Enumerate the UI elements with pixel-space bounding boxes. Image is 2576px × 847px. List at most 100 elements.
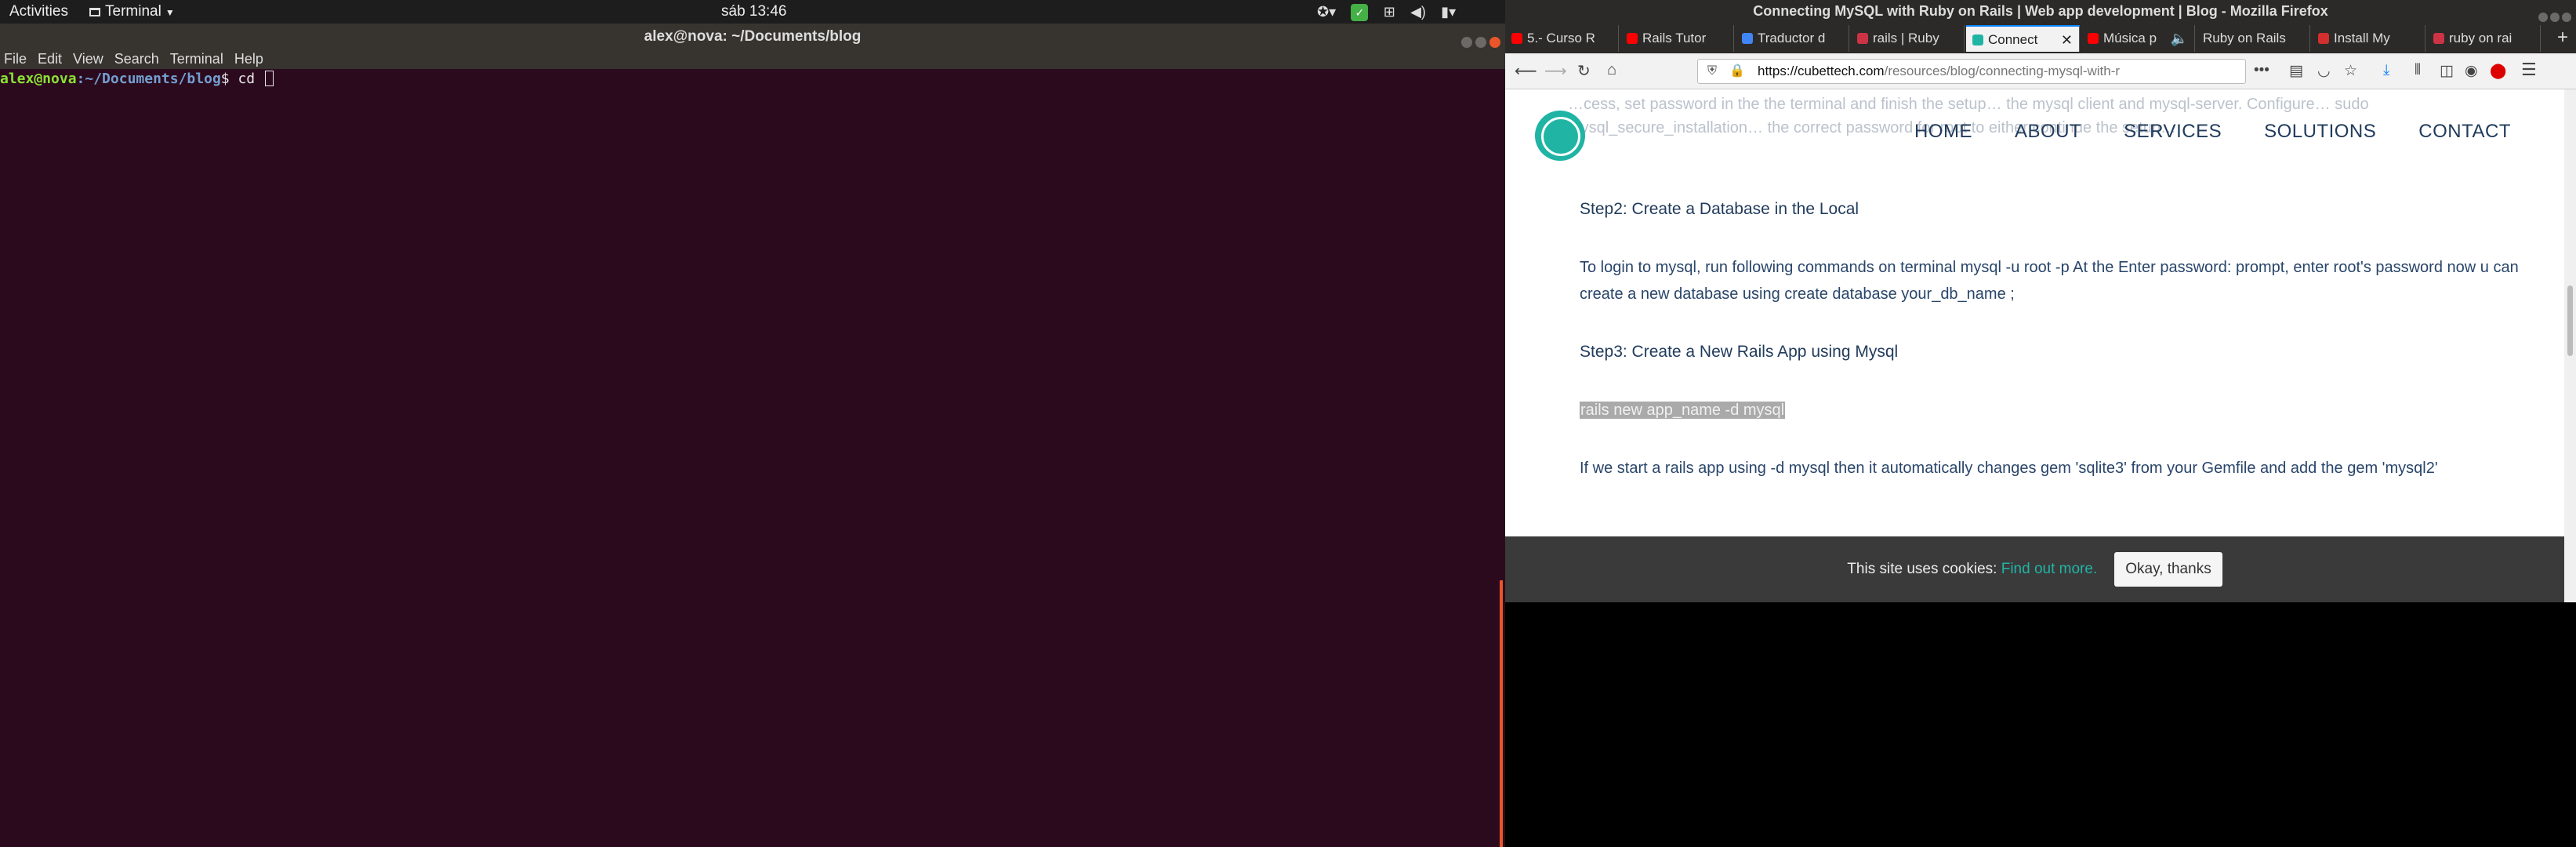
site-nav: HOME ABOUT SERVICES SOLUTIONS CONTACT: [1872, 121, 2511, 143]
cubet-logo[interactable]: [1535, 111, 1585, 161]
home-icon[interactable]: ⌂: [1607, 61, 1616, 79]
forward-icon[interactable]: ⟶: [1544, 61, 1567, 81]
ruby-icon: [1857, 33, 1868, 44]
bookmark-star-icon[interactable]: ☆: [2344, 62, 2357, 80]
tab-label: Connect: [1988, 32, 2038, 47]
tab[interactable]: rails | Ruby: [1851, 25, 1965, 52]
tab-label: Ruby on Rails: [2203, 31, 2286, 45]
terminal-menubar: File Edit View Search Terminal Help: [0, 50, 1505, 69]
app-menu[interactable]: Terminal ▼: [89, 2, 175, 21]
reload-icon[interactable]: ↻: [1577, 61, 1591, 81]
tab[interactable]: Música p 🔈: [2081, 25, 2195, 52]
cubet-icon: [1972, 35, 1983, 45]
firefox-titlebar[interactable]: Connecting MySQL with Ruby on Rails | We…: [1505, 0, 2576, 22]
download-icon[interactable]: ⤓: [2383, 62, 2389, 79]
menu-view[interactable]: View: [73, 51, 103, 67]
close-tab-icon[interactable]: ✕: [2061, 27, 2073, 52]
google-translate-icon: [1742, 33, 1753, 44]
tab-label: ruby on rai: [2449, 31, 2513, 45]
gnome-top-bar: Activities Terminal ▼ sáb 13:46 ✪▾ ✓ ⊞ ◀)…: [0, 0, 1505, 24]
terminal-icon: [89, 8, 100, 16]
terminal-window[interactable]: alex@nova: ~/Documents/blog File Edit View…: [0, 24, 1505, 847]
selected-command[interactable]: rails new app_name -d mysql: [1580, 402, 1786, 419]
prompt-user: alex@nova: [0, 71, 77, 87]
web-page[interactable]: …cess, set password in the the terminal …: [1505, 89, 2564, 602]
maximize-icon[interactable]: [2550, 13, 2560, 22]
tab-label: rails | Ruby: [1873, 31, 1939, 45]
hamburger-menu-icon[interactable]: ☰: [2521, 60, 2537, 80]
menu-edit[interactable]: Edit: [38, 51, 62, 67]
tab[interactable]: Install My: [2312, 25, 2425, 52]
prompt-path: :~/Documents/blog: [76, 71, 221, 87]
step2-heading: Step2: Create a Database in the Local: [1580, 200, 1859, 218]
nav-home[interactable]: HOME: [1914, 121, 1972, 142]
cookie-text: This site uses cookies:: [1847, 561, 2001, 577]
tab[interactable]: Rails Tutor: [1620, 25, 1734, 52]
tracking-shield-icon[interactable]: ⛨: [1707, 60, 1717, 83]
menu-terminal[interactable]: Terminal: [170, 51, 223, 67]
article-body: Step2: Create a Database in the Local To…: [1580, 196, 2520, 513]
url-path: /resources/blog/connecting-mysql-with-r: [1884, 64, 2121, 78]
install-icon: [2318, 33, 2329, 44]
app-menu-label: Terminal: [105, 3, 161, 20]
minimize-icon[interactable]: [2538, 13, 2548, 22]
back-icon[interactable]: ⟵: [1515, 61, 1537, 81]
terminal-titlebar[interactable]: alex@nova: ~/Documents/blog: [0, 24, 1505, 50]
volume-icon[interactable]: ◀): [1410, 2, 1426, 21]
tab[interactable]: ruby on rai: [2427, 25, 2541, 52]
accessibility-icon[interactable]: ✪▾: [1317, 2, 1336, 21]
site-header: HOME ABOUT SERVICES SOLUTIONS CONTACT: [1505, 89, 2564, 161]
tab-label: Rails Tutor: [1642, 31, 1707, 45]
cookie-accept-button[interactable]: Okay, thanks: [2114, 551, 2222, 587]
close-icon[interactable]: [2562, 13, 2571, 22]
tab-active[interactable]: Connect ✕: [1966, 25, 2080, 52]
pocket-icon[interactable]: ◡: [2317, 62, 2331, 80]
tab-label: Música p: [2103, 31, 2157, 45]
url-bar[interactable]: ⛨ 🔒 https://cubettech.com/resources/blog…: [1697, 59, 2246, 84]
terminal-output[interactable]: alex@nova:~/Documents/blog$ cd: [0, 69, 1505, 847]
close-icon[interactable]: [1489, 37, 1500, 48]
youtube-icon: [1627, 33, 1638, 44]
page-scrollbar[interactable]: [2564, 89, 2576, 602]
cookie-banner: This site uses cookies: Find out more. Ok…: [1505, 536, 2564, 602]
network-icon[interactable]: ⊞: [1384, 2, 1395, 21]
cookie-find-out-more-link[interactable]: Find out more.: [2001, 561, 2098, 577]
scrollbar-thumb[interactable]: [2567, 285, 2573, 356]
nav-about[interactable]: ABOUT: [2015, 121, 2081, 142]
window-edge-accent: [1500, 580, 1503, 847]
activities-button[interactable]: Activities: [9, 2, 68, 21]
tab[interactable]: Traductor d: [1736, 25, 1849, 52]
menu-help[interactable]: Help: [234, 51, 263, 67]
adblock-icon[interactable]: ⬤: [2490, 62, 2506, 80]
tab-strip: 5.- Curso R Rails Tutor Traductor d rail…: [1505, 22, 2576, 53]
youtube-icon: [2088, 33, 2099, 44]
reader-view-icon[interactable]: ▤: [2289, 62, 2303, 80]
new-tab-button[interactable]: +: [2557, 27, 2568, 49]
menu-file[interactable]: File: [4, 51, 27, 67]
nav-services[interactable]: SERVICES: [2124, 121, 2222, 142]
lock-icon[interactable]: 🔒: [1729, 60, 1745, 83]
tab[interactable]: 5.- Curso R: [1505, 25, 1619, 52]
tab[interactable]: Ruby on Rails: [2197, 25, 2310, 52]
nav-solutions[interactable]: SOLUTIONS: [2264, 121, 2376, 142]
account-icon[interactable]: ◉: [2465, 62, 2478, 80]
more-actions-icon[interactable]: •••: [2254, 62, 2269, 79]
sidebar-icon[interactable]: ◫: [2440, 62, 2454, 80]
battery-icon[interactable]: ▮▾: [1441, 2, 1456, 21]
clock[interactable]: sáb 13:46: [721, 2, 786, 21]
firefox-window-title: Connecting MySQL with Ruby on Rails | We…: [1753, 3, 2328, 19]
ruby-icon: [2433, 33, 2444, 44]
nav-contact[interactable]: CONTACT: [2418, 121, 2511, 142]
step2-text: To login to mysql, run following command…: [1580, 259, 2519, 303]
speaker-icon[interactable]: 🔈: [2171, 25, 2188, 52]
navigation-toolbar: ⟵ ⟶ ↻ ⌂ ⛨ 🔒 https://cubettech.com/resour…: [1505, 53, 2576, 89]
firefox-window[interactable]: Connecting MySQL with Ruby on Rails | We…: [1505, 0, 2576, 602]
system-tray[interactable]: ✪▾ ✓ ⊞ ◀) ▮▾: [1317, 2, 1467, 21]
update-icon[interactable]: ✓: [1351, 4, 1369, 21]
url-host: https://cubettech.com: [1758, 64, 1885, 78]
minimize-icon[interactable]: [1461, 37, 1472, 48]
library-icon[interactable]: ⫴: [2415, 62, 2421, 79]
menu-search[interactable]: Search: [114, 51, 159, 67]
maximize-icon[interactable]: [1475, 37, 1486, 48]
step3-heading: Step3: Create a New Rails App using Mysq…: [1580, 343, 1899, 361]
